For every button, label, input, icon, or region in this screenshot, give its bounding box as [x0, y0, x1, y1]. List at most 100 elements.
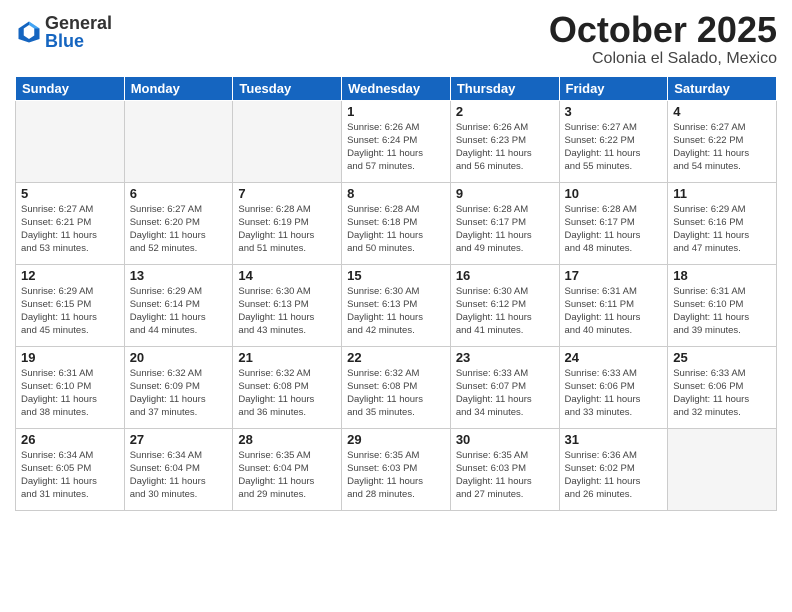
title-block: October 2025 Colonia el Salado, Mexico — [549, 10, 777, 68]
day-info: Sunrise: 6:32 AM Sunset: 6:08 PM Dayligh… — [238, 367, 336, 420]
calendar-cell: 28 Sunrise: 6:35 AM Sunset: 6:04 PM Dayli… — [233, 428, 342, 510]
day-header-thursday: Thursday — [450, 76, 559, 100]
week-row-1: 5 Sunrise: 6:27 AM Sunset: 6:21 PM Daylig… — [16, 182, 777, 264]
calendar-cell — [124, 100, 233, 182]
day-info: Sunrise: 6:28 AM Sunset: 6:18 PM Dayligh… — [347, 203, 445, 256]
day-info: Sunrise: 6:27 AM Sunset: 6:21 PM Dayligh… — [21, 203, 119, 256]
day-number: 28 — [238, 432, 336, 447]
page: General Blue October 2025 Colonia el Sal… — [0, 0, 792, 612]
calendar-cell: 2 Sunrise: 6:26 AM Sunset: 6:23 PM Daylig… — [450, 100, 559, 182]
day-number: 29 — [347, 432, 445, 447]
day-number: 21 — [238, 350, 336, 365]
day-number: 1 — [347, 104, 445, 119]
day-number: 24 — [565, 350, 663, 365]
calendar-cell: 26 Sunrise: 6:34 AM Sunset: 6:05 PM Dayli… — [16, 428, 125, 510]
day-number: 14 — [238, 268, 336, 283]
day-number: 19 — [21, 350, 119, 365]
calendar-cell: 25Sunrise: 6:33 AM Sunset: 6:06 PM Dayli… — [668, 346, 777, 428]
day-info: Sunrise: 6:26 AM Sunset: 6:24 PM Dayligh… — [347, 121, 445, 174]
calendar-cell: 15 Sunrise: 6:30 AM Sunset: 6:13 PM Dayli… — [342, 264, 451, 346]
day-info: Sunrise: 6:35 AM Sunset: 6:03 PM Dayligh… — [456, 449, 554, 502]
day-header-monday: Monday — [124, 76, 233, 100]
week-row-2: 12 Sunrise: 6:29 AM Sunset: 6:15 PM Dayli… — [16, 264, 777, 346]
day-number: 13 — [130, 268, 228, 283]
day-number: 12 — [21, 268, 119, 283]
day-header-wednesday: Wednesday — [342, 76, 451, 100]
day-info: Sunrise: 6:27 AM Sunset: 6:22 PM Dayligh… — [673, 121, 771, 174]
day-number: 11 — [673, 186, 771, 201]
day-info: Sunrise: 6:35 AM Sunset: 6:04 PM Dayligh… — [238, 449, 336, 502]
day-info: Sunrise: 6:34 AM Sunset: 6:05 PM Dayligh… — [21, 449, 119, 502]
calendar-cell: 30 Sunrise: 6:35 AM Sunset: 6:03 PM Dayli… — [450, 428, 559, 510]
day-number: 31 — [565, 432, 663, 447]
day-info: Sunrise: 6:27 AM Sunset: 6:22 PM Dayligh… — [565, 121, 663, 174]
day-info: Sunrise: 6:31 AM Sunset: 6:10 PM Dayligh… — [673, 285, 771, 338]
day-info: Sunrise: 6:31 AM Sunset: 6:11 PM Dayligh… — [565, 285, 663, 338]
day-number: 17 — [565, 268, 663, 283]
calendar-cell: 16 Sunrise: 6:30 AM Sunset: 6:12 PM Dayli… — [450, 264, 559, 346]
calendar-cell: 4 Sunrise: 6:27 AM Sunset: 6:22 PM Daylig… — [668, 100, 777, 182]
day-number: 8 — [347, 186, 445, 201]
calendar-cell: 7 Sunrise: 6:28 AM Sunset: 6:19 PM Daylig… — [233, 182, 342, 264]
header: General Blue October 2025 Colonia el Sal… — [15, 10, 777, 68]
day-number: 23 — [456, 350, 554, 365]
day-info: Sunrise: 6:31 AM Sunset: 6:10 PM Dayligh… — [21, 367, 119, 420]
day-number: 18 — [673, 268, 771, 283]
calendar-cell: 12 Sunrise: 6:29 AM Sunset: 6:15 PM Dayli… — [16, 264, 125, 346]
calendar-cell: 10Sunrise: 6:28 AM Sunset: 6:17 PM Dayli… — [559, 182, 668, 264]
calendar-cell: 31 Sunrise: 6:36 AM Sunset: 6:02 PM Dayli… — [559, 428, 668, 510]
calendar-cell: 14Sunrise: 6:30 AM Sunset: 6:13 PM Dayli… — [233, 264, 342, 346]
calendar-cell: 8 Sunrise: 6:28 AM Sunset: 6:18 PM Daylig… — [342, 182, 451, 264]
calendar-cell: 29 Sunrise: 6:35 AM Sunset: 6:03 PM Dayli… — [342, 428, 451, 510]
day-info: Sunrise: 6:29 AM Sunset: 6:14 PM Dayligh… — [130, 285, 228, 338]
day-info: Sunrise: 6:34 AM Sunset: 6:04 PM Dayligh… — [130, 449, 228, 502]
calendar-cell — [16, 100, 125, 182]
day-number: 22 — [347, 350, 445, 365]
calendar-cell: 1 Sunrise: 6:26 AM Sunset: 6:24 PM Daylig… — [342, 100, 451, 182]
day-number: 3 — [565, 104, 663, 119]
day-info: Sunrise: 6:28 AM Sunset: 6:17 PM Dayligh… — [456, 203, 554, 256]
calendar-cell: 9Sunrise: 6:28 AM Sunset: 6:17 PM Daylig… — [450, 182, 559, 264]
day-number: 5 — [21, 186, 119, 201]
day-info: Sunrise: 6:30 AM Sunset: 6:13 PM Dayligh… — [347, 285, 445, 338]
day-number: 20 — [130, 350, 228, 365]
calendar-cell: 24Sunrise: 6:33 AM Sunset: 6:06 PM Dayli… — [559, 346, 668, 428]
day-info: Sunrise: 6:26 AM Sunset: 6:23 PM Dayligh… — [456, 121, 554, 174]
month-title: October 2025 — [549, 10, 777, 50]
logo: General Blue — [15, 14, 112, 50]
day-info: Sunrise: 6:29 AM Sunset: 6:15 PM Dayligh… — [21, 285, 119, 338]
day-number: 30 — [456, 432, 554, 447]
location-title: Colonia el Salado, Mexico — [549, 50, 777, 68]
week-row-3: 19 Sunrise: 6:31 AM Sunset: 6:10 PM Dayli… — [16, 346, 777, 428]
day-info: Sunrise: 6:27 AM Sunset: 6:20 PM Dayligh… — [130, 203, 228, 256]
day-number: 16 — [456, 268, 554, 283]
day-info: Sunrise: 6:28 AM Sunset: 6:19 PM Dayligh… — [238, 203, 336, 256]
day-info: Sunrise: 6:32 AM Sunset: 6:09 PM Dayligh… — [130, 367, 228, 420]
day-number: 4 — [673, 104, 771, 119]
calendar-cell: 13 Sunrise: 6:29 AM Sunset: 6:14 PM Dayli… — [124, 264, 233, 346]
day-info: Sunrise: 6:30 AM Sunset: 6:12 PM Dayligh… — [456, 285, 554, 338]
day-number: 6 — [130, 186, 228, 201]
day-info: Sunrise: 6:35 AM Sunset: 6:03 PM Dayligh… — [347, 449, 445, 502]
logo-text: General Blue — [45, 14, 112, 50]
day-number: 2 — [456, 104, 554, 119]
calendar-cell: 5 Sunrise: 6:27 AM Sunset: 6:21 PM Daylig… — [16, 182, 125, 264]
day-number: 7 — [238, 186, 336, 201]
day-number: 15 — [347, 268, 445, 283]
day-number: 26 — [21, 432, 119, 447]
week-row-0: 1 Sunrise: 6:26 AM Sunset: 6:24 PM Daylig… — [16, 100, 777, 182]
day-number: 27 — [130, 432, 228, 447]
calendar-cell: 3 Sunrise: 6:27 AM Sunset: 6:22 PM Daylig… — [559, 100, 668, 182]
day-number: 25 — [673, 350, 771, 365]
logo-icon — [15, 18, 43, 46]
calendar-cell: 27 Sunrise: 6:34 AM Sunset: 6:04 PM Dayli… — [124, 428, 233, 510]
calendar-cell: 18 Sunrise: 6:31 AM Sunset: 6:10 PM Dayli… — [668, 264, 777, 346]
logo-general: General — [45, 13, 112, 33]
calendar-table: SundayMondayTuesdayWednesdayThursdayFrid… — [15, 76, 777, 511]
calendar-cell: 22Sunrise: 6:32 AM Sunset: 6:08 PM Dayli… — [342, 346, 451, 428]
week-row-4: 26 Sunrise: 6:34 AM Sunset: 6:05 PM Dayli… — [16, 428, 777, 510]
calendar-cell: 17 Sunrise: 6:31 AM Sunset: 6:11 PM Dayli… — [559, 264, 668, 346]
day-info: Sunrise: 6:36 AM Sunset: 6:02 PM Dayligh… — [565, 449, 663, 502]
day-info: Sunrise: 6:29 AM Sunset: 6:16 PM Dayligh… — [673, 203, 771, 256]
calendar-header-row: SundayMondayTuesdayWednesdayThursdayFrid… — [16, 76, 777, 100]
